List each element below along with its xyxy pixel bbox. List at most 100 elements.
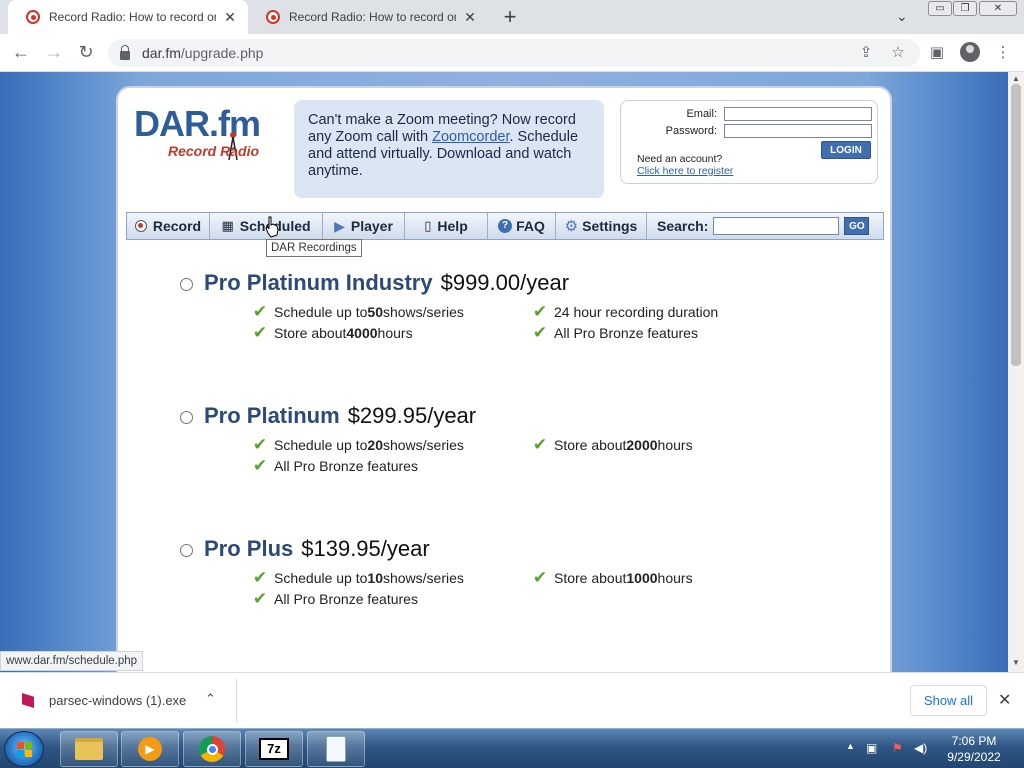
tab-search-chevron-icon[interactable]: ⌄ bbox=[896, 8, 908, 25]
plan-radio[interactable] bbox=[180, 544, 193, 557]
profile-avatar-icon[interactable] bbox=[960, 42, 980, 62]
register-link[interactable]: Click here to register bbox=[637, 165, 733, 177]
check-icon: ✔ bbox=[532, 568, 548, 587]
feature-item: ✔ All Pro Bronze features bbox=[532, 323, 698, 342]
go-button[interactable]: GO bbox=[844, 217, 870, 235]
email-label: Email: bbox=[686, 108, 717, 120]
menu-kebab-icon[interactable]: ⋮ bbox=[993, 43, 1013, 61]
download-filename[interactable]: parsec-windows (1).exe bbox=[49, 693, 186, 708]
email-field[interactable] bbox=[724, 107, 872, 121]
taskbar-clock[interactable]: 7:06 PM 9/29/2022 bbox=[934, 733, 1014, 765]
forward-icon[interactable]: → bbox=[43, 42, 65, 62]
windows-flag-icon bbox=[17, 742, 33, 757]
record-dot-icon bbox=[134, 220, 147, 232]
question-icon: ? bbox=[498, 219, 513, 233]
folder-icon bbox=[75, 738, 103, 760]
login-button[interactable]: LOGIN bbox=[821, 141, 871, 159]
check-icon: ✔ bbox=[532, 302, 548, 321]
new-tab-button[interactable]: + bbox=[498, 5, 522, 29]
search-input[interactable] bbox=[713, 217, 840, 235]
nav-faq[interactable]: ? FAQ bbox=[488, 213, 556, 239]
feature-item: ✔ Schedule up to 50 shows/series bbox=[252, 302, 464, 321]
scroll-up-icon[interactable]: ▲ bbox=[1012, 74, 1020, 83]
close-downloads-icon[interactable]: ✕ bbox=[998, 690, 1011, 710]
plan-price: $299.95/year bbox=[347, 403, 477, 428]
plan-title: Pro Platinum Industry $999.00/year bbox=[204, 270, 570, 295]
reload-icon[interactable]: ↻ bbox=[75, 42, 97, 62]
phone-icon: ▯ bbox=[424, 218, 432, 233]
action-center-flag-icon[interactable]: ⚑ bbox=[892, 741, 903, 755]
main-card: DAR.fm Record Radio Can't make a Zoom me… bbox=[116, 86, 892, 672]
windows-taskbar: ▶ 7z ▲ ▣ ⚑ ◀) 7:06 PM 9/29/2022 bbox=[0, 728, 1024, 768]
tab-record-radio-2[interactable]: Record Radio: How to record onl ✕ bbox=[248, 0, 488, 34]
tab-record-radio-1[interactable]: Record Radio: How to record onl ✕ bbox=[8, 0, 248, 34]
plan-title: Pro Plus $139.95/year bbox=[204, 536, 430, 561]
dar-fm-logo[interactable]: DAR.fm Record Radio bbox=[134, 106, 284, 166]
scroll-down-icon[interactable]: ▼ bbox=[1012, 658, 1020, 667]
scheduled-tooltip: DAR Recordings bbox=[266, 239, 362, 257]
chrome-icon bbox=[199, 736, 225, 762]
taskbar-media-player[interactable]: ▶ bbox=[121, 731, 179, 767]
address-bar[interactable]: dar.fm/upgrade.php bbox=[108, 39, 920, 67]
plan-price: $139.95/year bbox=[301, 536, 430, 561]
document-icon bbox=[326, 736, 346, 762]
back-icon[interactable]: ← bbox=[10, 42, 32, 62]
nav-search: Search: GO bbox=[647, 217, 870, 235]
scroll-thumb[interactable] bbox=[1011, 84, 1021, 366]
zoomcorder-link[interactable]: Zoomcorder bbox=[432, 129, 509, 145]
tab-strip: Record Radio: How to record onl ✕ Record… bbox=[0, 0, 1024, 34]
url-text: dar.fm/upgrade.php bbox=[142, 45, 264, 61]
check-icon: ✔ bbox=[252, 456, 268, 475]
check-icon: ✔ bbox=[252, 302, 268, 321]
close-window-button[interactable]: ✕ bbox=[979, 1, 1017, 16]
feature-item: ✔ Store about 4000 hours bbox=[252, 323, 413, 342]
password-field[interactable] bbox=[724, 124, 872, 138]
media-player-icon: ▶ bbox=[138, 737, 162, 761]
check-icon: ✔ bbox=[532, 435, 548, 454]
check-icon: ✔ bbox=[252, 568, 268, 587]
start-button[interactable] bbox=[4, 731, 44, 767]
nav-help[interactable]: ▯ Help bbox=[405, 213, 488, 239]
bookmark-star-icon[interactable]: ☆ bbox=[888, 43, 908, 61]
nav-settings[interactable]: ⚙ Settings bbox=[556, 213, 647, 239]
side-panel-icon[interactable]: ▣ bbox=[927, 43, 947, 61]
tray-expand-icon[interactable]: ▲ bbox=[846, 741, 855, 751]
download-divider bbox=[236, 679, 237, 723]
taskbar-explorer[interactable] bbox=[60, 731, 118, 767]
minimize-button[interactable]: ▭ bbox=[928, 1, 952, 16]
check-icon: ✔ bbox=[252, 589, 268, 608]
volume-icon[interactable]: ◀) bbox=[914, 741, 927, 755]
share-icon[interactable]: ⇪ bbox=[856, 43, 876, 61]
check-icon: ✔ bbox=[252, 435, 268, 454]
network-icon[interactable]: ▣ bbox=[866, 741, 877, 755]
plan-radio[interactable] bbox=[180, 411, 193, 424]
browser-toolbar: ← → ↻ dar.fm/upgrade.php ⇪ ☆ ▣ ⋮ bbox=[0, 34, 1024, 72]
taskbar-7zip[interactable]: 7z bbox=[245, 731, 303, 767]
tab-title: Record Radio: How to record onl bbox=[289, 10, 456, 24]
search-label: Search: bbox=[657, 218, 709, 234]
tab-close-icon[interactable]: ✕ bbox=[222, 9, 238, 26]
feature-item: ✔ All Pro Bronze features bbox=[252, 589, 418, 608]
show-all-button[interactable]: Show all bbox=[910, 685, 987, 716]
tab-title: Record Radio: How to record onl bbox=[49, 10, 216, 24]
clock-date: 9/29/2022 bbox=[947, 750, 1001, 764]
plan-pro-platinum: Pro Platinum $299.95/year ✔ Schedule up to… bbox=[180, 403, 840, 483]
feature-item: ✔ Schedule up to 20 shows/series bbox=[252, 435, 464, 454]
need-account-text: Need an account? bbox=[637, 153, 723, 165]
nav-player[interactable]: ▶ Player bbox=[323, 213, 405, 239]
record-favicon-icon bbox=[26, 10, 40, 24]
nav-record[interactable]: Record bbox=[127, 213, 210, 239]
password-label: Password: bbox=[665, 125, 717, 137]
plan-radio[interactable] bbox=[180, 278, 193, 291]
logo-brand: DAR.fm bbox=[134, 103, 261, 144]
download-options-chevron-icon[interactable]: ⌃ bbox=[205, 691, 216, 707]
taskbar-document[interactable] bbox=[307, 731, 365, 767]
gear-icon: ⚙ bbox=[564, 218, 579, 235]
plan-price: $999.00/year bbox=[440, 270, 570, 295]
record-favicon-icon bbox=[266, 10, 280, 24]
page-scrollbar[interactable]: ▲ ▼ bbox=[1008, 72, 1024, 672]
check-icon: ✔ bbox=[252, 323, 268, 342]
restore-button[interactable]: ❐ bbox=[953, 1, 977, 16]
tab-close-icon[interactable]: ✕ bbox=[462, 9, 478, 26]
taskbar-chrome[interactable] bbox=[183, 731, 241, 767]
